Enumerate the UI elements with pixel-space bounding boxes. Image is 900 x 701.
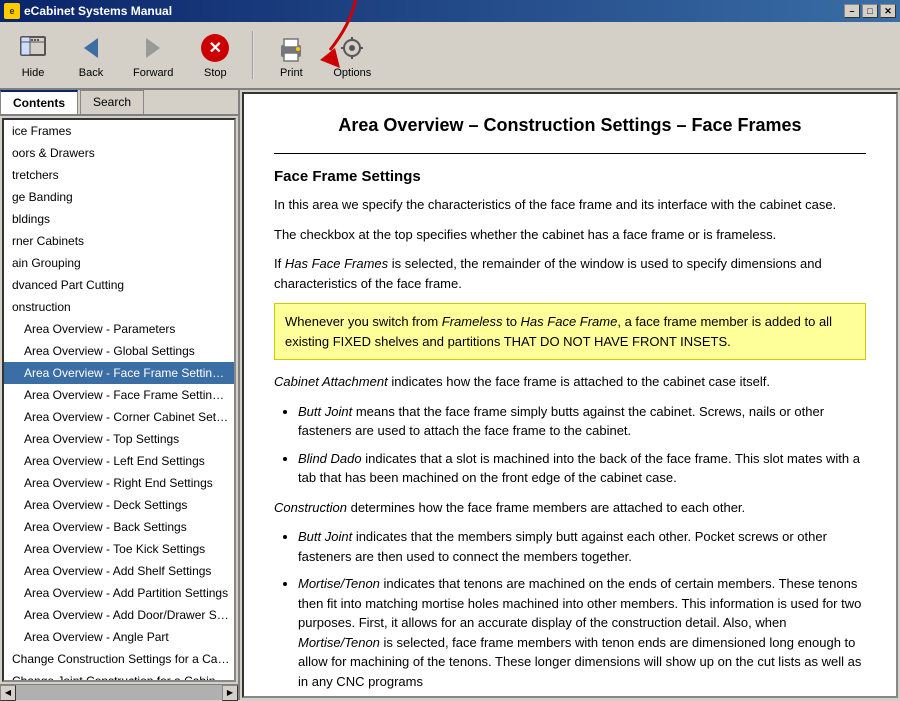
bullet4-italic: Mortise/Tenon	[298, 576, 380, 591]
maximize-button[interactable]: □	[862, 4, 878, 18]
tab-contents[interactable]: Contents	[0, 90, 78, 114]
tree-container[interactable]: ice Framesoors & Drawerstretchersge Band…	[2, 118, 236, 682]
section-heading: Face Frame Settings	[274, 168, 866, 185]
bullet4-italic2: Mortise/Tenon	[298, 635, 380, 650]
stop-label: Stop	[204, 67, 227, 79]
bullet-list-2: Butt Joint indicates that the members si…	[298, 527, 866, 691]
bullet2-italic: Blind Dado	[298, 451, 362, 466]
tree-item[interactable]: Area Overview - Right End Settings	[4, 472, 234, 494]
content-panel: Area Overview – Construction Settings – …	[242, 92, 898, 698]
highlight-prefix: Whenever you switch from	[285, 314, 442, 329]
paragraph-4: Cabinet Attachment indicates how the fac…	[274, 372, 866, 392]
tree-item[interactable]: Area Overview - Angle Part	[4, 626, 234, 648]
tree-item[interactable]: Area Overview - Top Settings	[4, 428, 234, 450]
tree-item[interactable]: Area Overview - Parameters	[4, 318, 234, 340]
para3-italic: Has Face Frames	[285, 256, 388, 271]
tree-item[interactable]: Area Overview - Add Partition Settings	[4, 582, 234, 604]
tree-item[interactable]: Area Overview - Back Settings	[4, 516, 234, 538]
print-button[interactable]: Print	[266, 27, 316, 84]
bullet3-text: indicates that the members simply butt a…	[298, 529, 827, 564]
tree-item[interactable]: Area Overview - Global Settings	[4, 340, 234, 362]
tree-item[interactable]: bldings	[4, 208, 234, 230]
scroll-left-btn[interactable]: ◀	[0, 685, 16, 701]
para4-italic: Cabinet Attachment	[274, 374, 388, 389]
scroll-right-btn[interactable]: ▶	[222, 685, 238, 701]
tree-item[interactable]: ain Grouping	[4, 252, 234, 274]
paragraph-3: If Has Face Frames is selected, the rema…	[274, 254, 866, 293]
para5-suffix: determines how the face frame members ar…	[347, 500, 745, 515]
bullet2-text: indicates that a slot is machined into t…	[298, 451, 860, 486]
tree-item[interactable]: oors & Drawers	[4, 142, 234, 164]
minimize-button[interactable]: –	[844, 4, 860, 18]
forward-label: Forward	[133, 67, 173, 79]
print-label: Print	[280, 67, 303, 79]
stop-button[interactable]: ✕ Stop	[190, 27, 240, 84]
para4-suffix: indicates how the face frame is attached…	[388, 374, 770, 389]
bullet3-italic: Butt Joint	[298, 529, 352, 544]
options-icon	[336, 32, 368, 64]
bullet-item-1: Butt Joint means that the face frame sim…	[298, 402, 866, 441]
bullet-item-4: Mortise/Tenon indicates that tenons are …	[298, 574, 866, 691]
toolbar: Hide Back Forward ✕ Stop	[0, 22, 900, 90]
highlight-italic1: Frameless	[442, 314, 503, 329]
back-icon	[75, 32, 107, 64]
left-panel: Contents Search ice Framesoors & Drawers…	[0, 90, 240, 700]
bullet4-text: indicates that tenons are machined on th…	[298, 576, 861, 630]
bullet4-text2: is selected, face frame members with ten…	[298, 635, 861, 689]
toolbar-separator	[252, 31, 254, 79]
highlight-mid: to	[502, 314, 520, 329]
window-title: eCabinet Systems Manual	[24, 4, 844, 18]
options-label: Options	[333, 67, 371, 79]
tab-search[interactable]: Search	[80, 90, 144, 114]
para5-italic: Construction	[274, 500, 347, 515]
highlight-box: Whenever you switch from Frameless to Ha…	[274, 303, 866, 360]
title-divider	[274, 153, 866, 154]
page-title: Area Overview – Construction Settings – …	[274, 114, 866, 137]
hide-button[interactable]: Hide	[8, 27, 58, 84]
paragraph-1: In this area we specify the characterist…	[274, 195, 866, 215]
paragraph-5: Construction determines how the face fra…	[274, 498, 866, 518]
back-label: Back	[79, 67, 103, 79]
options-button[interactable]: Options	[324, 27, 380, 84]
tree-item[interactable]: Area Overview - Face Frame Settings - Pa	[4, 384, 234, 406]
tree-item[interactable]: Area Overview - Deck Settings	[4, 494, 234, 516]
tree-item[interactable]: onstruction	[4, 296, 234, 318]
bullet1-italic: Butt Joint	[298, 404, 352, 419]
stop-icon: ✕	[199, 32, 231, 64]
bullet-item-3: Butt Joint indicates that the members si…	[298, 527, 866, 566]
tree-item[interactable]: dvanced Part Cutting	[4, 274, 234, 296]
highlight-italic2: Has Face Frame	[521, 314, 618, 329]
tree-item[interactable]: Area Overview - Add Shelf Settings	[4, 560, 234, 582]
tree-item[interactable]: Area Overview - Add Door/Drawer Setting	[4, 604, 234, 626]
forward-button[interactable]: Forward	[124, 27, 182, 84]
tree-item[interactable]: Area Overview - Corner Cabinet Settings	[4, 406, 234, 428]
tree-item[interactable]: ge Banding	[4, 186, 234, 208]
tree-item[interactable]: Area Overview - Toe Kick Settings	[4, 538, 234, 560]
para3-prefix: If	[274, 256, 285, 271]
tree-item[interactable]: Change Construction Settings for a Cabin	[4, 648, 234, 670]
hide-label: Hide	[22, 67, 45, 79]
title-bar: e eCabinet Systems Manual – □ ✕	[0, 0, 900, 22]
bullet1-text: means that the face frame simply butts a…	[298, 404, 824, 439]
tree-item[interactable]: ice Frames	[4, 120, 234, 142]
back-button[interactable]: Back	[66, 27, 116, 84]
tree-item[interactable]: Area Overview - Face Frame Settings - Pa	[4, 362, 234, 384]
main-area: Contents Search ice Framesoors & Drawers…	[0, 90, 900, 700]
bullet-item-2: Blind Dado indicates that a slot is mach…	[298, 449, 866, 488]
app-icon: e	[4, 3, 20, 19]
close-button[interactable]: ✕	[880, 4, 896, 18]
tree-hscrollbar[interactable]: ◀ ▶	[0, 684, 238, 700]
print-icon	[275, 32, 307, 64]
scroll-track	[16, 685, 222, 700]
tree-item[interactable]: Area Overview - Left End Settings	[4, 450, 234, 472]
window-controls: – □ ✕	[844, 4, 896, 18]
bullet-list-1: Butt Joint means that the face frame sim…	[298, 402, 866, 488]
paragraph-2: The checkbox at the top specifies whethe…	[274, 225, 866, 245]
tabs-bar: Contents Search	[0, 90, 238, 116]
tree-item[interactable]: tretchers	[4, 164, 234, 186]
tree-item[interactable]: rner Cabinets	[4, 230, 234, 252]
hide-icon	[17, 32, 49, 64]
forward-icon	[137, 32, 169, 64]
tree-item[interactable]: Change Joint Construction for a Cabinet …	[4, 670, 234, 682]
